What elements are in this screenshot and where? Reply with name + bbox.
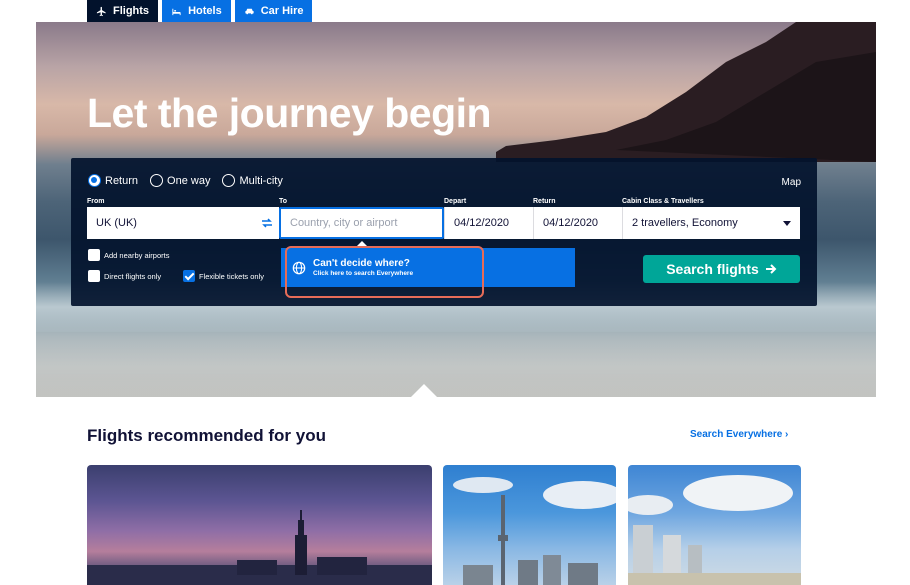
return-value: 04/12/2020 bbox=[543, 217, 599, 229]
suggestion-highlight-outline bbox=[285, 246, 484, 298]
chevron-down-icon bbox=[783, 220, 791, 226]
depart-label: Depart bbox=[444, 198, 467, 205]
trip-type-group: Return One way Multi-city bbox=[88, 174, 283, 187]
cabin-value: 2 travellers, Economy bbox=[632, 217, 738, 229]
checkbox-nearby-airports[interactable]: Add nearby airports bbox=[88, 249, 169, 261]
from-value: UK (UK) bbox=[96, 217, 137, 229]
radio-multi-city-indicator bbox=[222, 174, 236, 187]
radio-return-indicator bbox=[88, 174, 101, 187]
checkbox-direct-flights[interactable]: Direct flights only bbox=[88, 270, 161, 282]
checkbox-nearby-airports-box bbox=[88, 249, 100, 261]
arrow-right-icon bbox=[765, 264, 777, 274]
to-field[interactable]: Country, city or airport bbox=[279, 207, 444, 239]
depart-value: 04/12/2020 bbox=[454, 217, 510, 229]
radio-one-way-indicator bbox=[150, 174, 164, 187]
bed-icon bbox=[172, 8, 181, 15]
tab-car-hire[interactable]: Car Hire bbox=[234, 0, 313, 22]
city-skyline-image bbox=[628, 475, 801, 585]
checkbox-flexible-tickets-label: Flexible tickets only bbox=[199, 271, 265, 281]
tab-flights-label: Flights bbox=[113, 5, 150, 17]
radio-one-way-label: One way bbox=[167, 174, 211, 187]
hero-title: Let the journey begin bbox=[87, 90, 492, 136]
return-field[interactable]: 04/12/2020 bbox=[533, 207, 622, 239]
search-everywhere-link[interactable]: Search Everywhere › bbox=[690, 429, 788, 440]
destination-card-miami[interactable] bbox=[628, 465, 801, 585]
tab-hotels-label: Hotels bbox=[188, 5, 222, 17]
checkbox-flexible-tickets-box bbox=[183, 270, 195, 282]
city-skyline-image bbox=[453, 477, 616, 585]
recommended-title: Flights recommended for you bbox=[87, 426, 326, 445]
cabin-label: Cabin Class & Travellers bbox=[622, 198, 704, 205]
car-icon bbox=[245, 8, 254, 14]
depart-field[interactable]: 04/12/2020 bbox=[444, 207, 533, 239]
hero-notch bbox=[410, 384, 438, 397]
from-field[interactable]: UK (UK) bbox=[87, 207, 279, 239]
search-flights-button[interactable]: Search flights bbox=[643, 255, 800, 283]
radio-return[interactable]: Return bbox=[88, 174, 138, 187]
tab-car-hire-label: Car Hire bbox=[260, 5, 304, 17]
radio-multi-city[interactable]: Multi-city bbox=[222, 174, 283, 187]
radio-one-way[interactable]: One way bbox=[150, 174, 210, 187]
plane-icon bbox=[96, 6, 106, 16]
map-link[interactable]: Map bbox=[782, 177, 801, 188]
checkbox-flexible-tickets[interactable]: Flexible tickets only bbox=[183, 270, 264, 282]
radio-return-label: Return bbox=[105, 174, 139, 187]
cliff-shape bbox=[496, 22, 876, 162]
tab-flights[interactable]: Flights bbox=[87, 0, 159, 22]
tab-hotels[interactable]: Hotels bbox=[162, 0, 231, 22]
swap-icon[interactable] bbox=[261, 217, 273, 229]
return-label: Return bbox=[533, 198, 556, 205]
product-tabs: Flights Hotels Car Hire bbox=[87, 0, 313, 22]
checkbox-direct-flights-label: Direct flights only bbox=[104, 271, 162, 281]
search-flights-label: Search flights bbox=[666, 261, 759, 277]
city-skyline-image bbox=[87, 510, 432, 585]
to-label: To bbox=[279, 198, 288, 205]
radio-multi-city-label: Multi-city bbox=[239, 174, 283, 187]
destination-card-toronto[interactable] bbox=[443, 465, 616, 585]
to-placeholder: Country, city or airport bbox=[290, 217, 398, 229]
beach-sand bbox=[36, 332, 876, 397]
from-label: From bbox=[87, 198, 105, 205]
cabin-travellers-select[interactable]: 2 travellers, Economy bbox=[622, 207, 800, 239]
checkbox-nearby-airports-label: Add nearby airports bbox=[104, 250, 170, 260]
checkbox-direct-flights-box bbox=[88, 270, 100, 282]
destination-card-new-york[interactable] bbox=[87, 465, 432, 585]
